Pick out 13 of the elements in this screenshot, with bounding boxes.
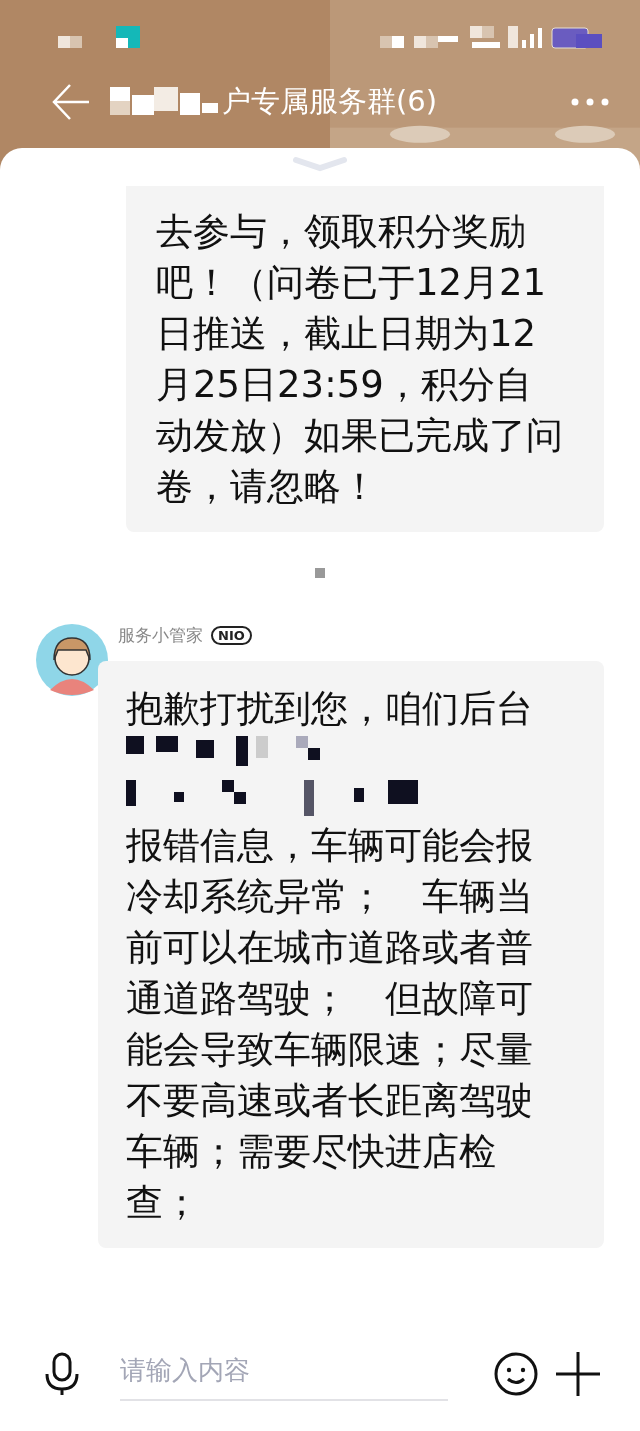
- microphone-icon[interactable]: [44, 1352, 80, 1396]
- back-arrow-icon[interactable]: [52, 83, 90, 121]
- message-text: 去参与，领取积分奖励吧！（问卷已于12月21日推送，截止日期为12月25日23:59，积分自动发放）如果已完成了问卷，请忽略！: [156, 209, 564, 510]
- sender-badge: NIO: [211, 626, 252, 645]
- message-input-field[interactable]: 请输入内容: [120, 1347, 448, 1401]
- emoji-icon[interactable]: [494, 1352, 538, 1396]
- sender-name: 服务小管家: [118, 624, 203, 647]
- message-text: 报错信息，车辆可能会报冷却系统异常； 车辆当前可以在城市道路或者普通道路驾驶； 但故障可能会导致车辆限速；尽量不要高速或者长距离驾驶车辆；需要尽快进店检查；: [126, 823, 534, 1226]
- more-icon[interactable]: [570, 97, 610, 107]
- chat-title: 户专属服务群(6): [222, 83, 438, 120]
- avatar-icon[interactable]: [36, 624, 108, 696]
- message-text: 抱歉打扰到您，咱们后台: [126, 686, 534, 732]
- plus-icon[interactable]: [556, 1352, 600, 1396]
